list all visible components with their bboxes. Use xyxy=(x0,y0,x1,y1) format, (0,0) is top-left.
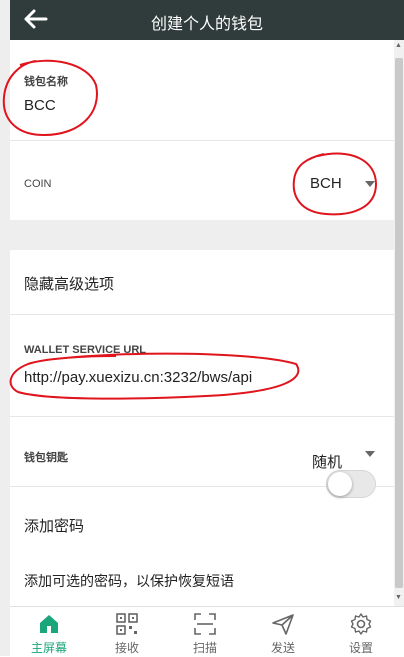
wallet-key-dropdown-caret-icon[interactable] xyxy=(365,451,375,457)
scroll-down-arrow-icon[interactable]: ▼ xyxy=(395,594,402,601)
wallet-name-section[interactable]: 钱包名称 BCC xyxy=(10,40,394,141)
send-icon xyxy=(272,614,294,635)
wallet-service-url-section[interactable]: WALLET SERVICE URL http://pay.xuexizu.cn… xyxy=(10,314,394,417)
page-title: 创建个人的钱包 xyxy=(150,16,263,33)
bottom-tab-bar: 主屏幕 接收 扫描 发送 设置 xyxy=(10,606,404,657)
tab-home[interactable]: 主屏幕 xyxy=(10,607,88,657)
form-content: 钱包名称 BCC COIN BCH 隐藏高级选项 WALLET SERVICE … xyxy=(10,40,394,606)
wallet-name-label: 钱包名称 xyxy=(24,76,68,88)
wallet-name-input[interactable]: BCC xyxy=(24,97,56,114)
add-password-toggle[interactable] xyxy=(326,470,376,498)
coin-select[interactable]: BCH xyxy=(310,175,342,192)
scan-icon xyxy=(194,613,216,635)
toggle-knob xyxy=(328,472,352,496)
wallet-service-url-label: WALLET SERVICE URL xyxy=(24,344,147,356)
scroll-up-arrow-icon[interactable]: ▲ xyxy=(395,42,402,49)
coin-section[interactable]: COIN BCH xyxy=(10,140,394,221)
tab-home-label: 主屏幕 xyxy=(30,641,67,655)
create-personal-wallet-page: 创建个人的钱包 钱包名称 BCC COIN BCH 隐藏高级选项 WALLET … xyxy=(0,0,404,657)
app-header: 创建个人的钱包 xyxy=(10,0,404,40)
left-border xyxy=(0,0,10,656)
scrollbar-thumb[interactable] xyxy=(395,58,403,588)
tab-send[interactable]: 发送 xyxy=(244,607,322,657)
wallet-service-url-input[interactable]: http://pay.xuexizu.cn:3232/bws/api xyxy=(24,369,252,386)
tab-receive-label: 接收 xyxy=(114,641,139,655)
tab-receive[interactable]: 接收 xyxy=(88,607,166,657)
section-divider xyxy=(10,220,394,250)
tab-scan-label: 扫描 xyxy=(192,641,217,655)
coin-label: COIN xyxy=(24,178,52,190)
wallet-key-select[interactable]: 随机 xyxy=(312,451,342,472)
hide-advanced-options-label[interactable]: 隐藏高级选项 xyxy=(24,273,114,294)
tab-settings-label: 设置 xyxy=(348,641,373,655)
tab-settings[interactable]: 设置 xyxy=(322,607,400,657)
tab-scan[interactable]: 扫描 xyxy=(166,607,244,657)
optional-password-hint: 添加可选的密码，以保护恢复短语 xyxy=(24,573,234,589)
qr-code-icon xyxy=(116,613,138,635)
wallet-key-label: 钱包钥匙 xyxy=(24,452,68,464)
tab-send-label: 发送 xyxy=(270,641,295,655)
hide-advanced-options-row[interactable]: 隐藏高级选项 xyxy=(10,250,394,315)
add-password-label: 添加密码 xyxy=(24,518,85,535)
coin-dropdown-caret-icon[interactable] xyxy=(365,181,375,187)
home-icon xyxy=(40,615,58,633)
gear-icon xyxy=(350,613,372,635)
